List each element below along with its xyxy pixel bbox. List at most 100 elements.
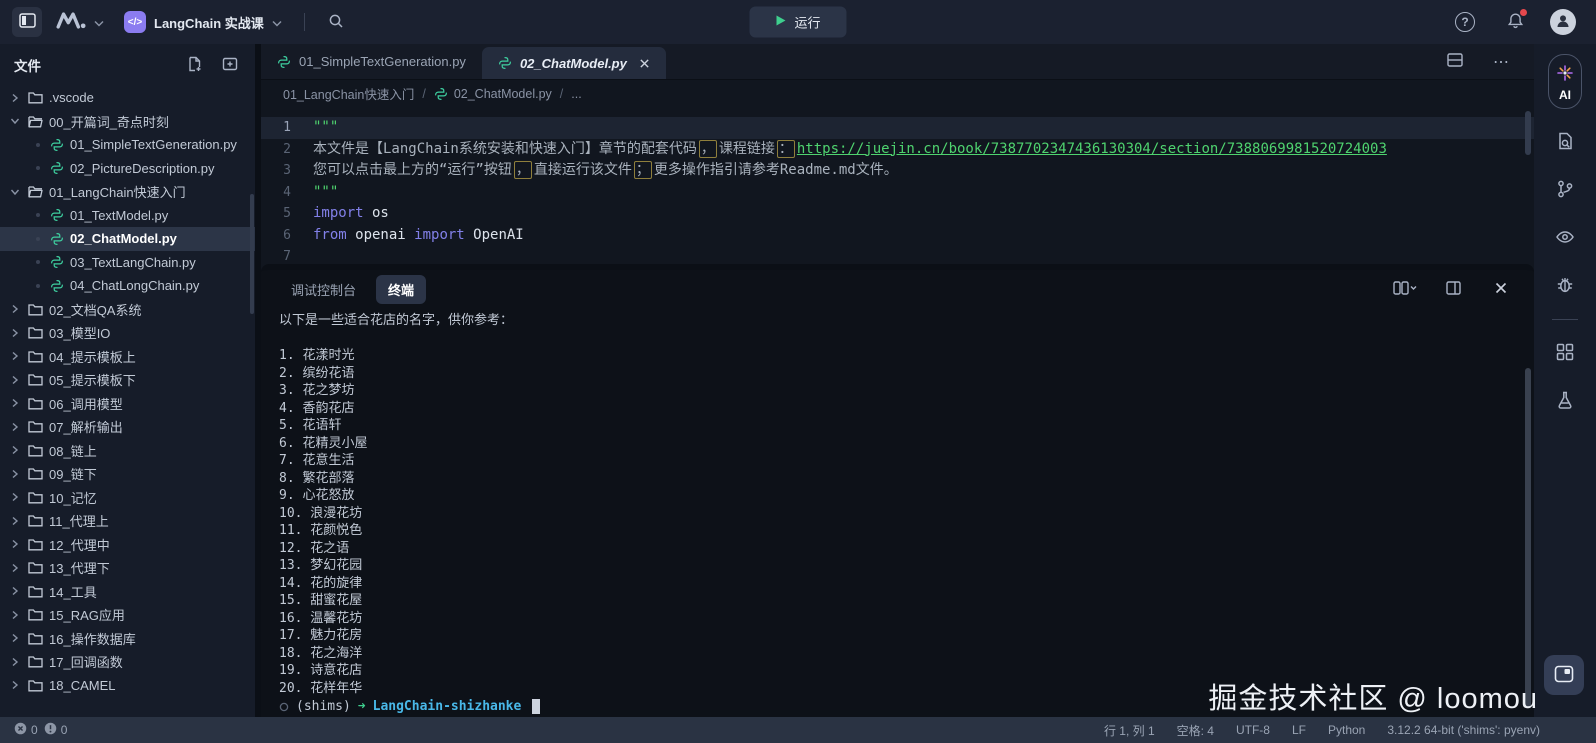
code-line-2[interactable]: 2本文件是【LangChain系统安装和快速入门】章节的配套代码，课程链接：ht… — [261, 139, 1534, 161]
tree-folder-01_LangChain快速入门[interactable]: 01_LangChain快速入门 — [0, 180, 255, 204]
tree-folder-.vscode[interactable]: .vscode — [0, 86, 255, 110]
test-button[interactable] — [1550, 386, 1580, 416]
breadcrumb-segment[interactable]: 02_ChatModel.py — [434, 87, 552, 101]
user-avatar[interactable] — [1550, 9, 1576, 35]
chevron-right-icon — [10, 422, 22, 432]
tree-file-04_ChatLongChain.py[interactable]: 04_ChatLongChain.py — [0, 274, 255, 298]
tree-folder-16_操作数据库[interactable]: 16_操作数据库 — [0, 627, 255, 651]
status-item[interactable]: UTF-8 — [1236, 723, 1270, 737]
split-editor-button[interactable] — [1440, 47, 1470, 77]
tree-folder-05_提示模板下[interactable]: 05_提示模板下 — [0, 368, 255, 392]
chevron-right-icon — [10, 539, 22, 549]
chevron-down-icon — [10, 116, 22, 126]
status-item[interactable]: Python — [1328, 723, 1365, 737]
extensions-button[interactable] — [1550, 338, 1580, 368]
tree-folder-11_代理上[interactable]: 11_代理上 — [0, 509, 255, 533]
tree-file-02_PictureDescription.py[interactable]: 02_PictureDescription.py — [0, 157, 255, 181]
ai-sparkle-icon — [1555, 63, 1575, 86]
code-line-3[interactable]: 3您可以点击最上方的“运行”按钮，直接运行该文件；更多操作指引请参考Readme… — [261, 160, 1534, 182]
editor-scrollbar[interactable] — [1525, 111, 1531, 155]
explorer-title: 文件 — [14, 55, 41, 75]
tree-folder-07_解析输出[interactable]: 07_解析输出 — [0, 415, 255, 439]
panel-layout-button[interactable] — [1438, 274, 1468, 304]
tree-folder-06_调用模型[interactable]: 06_调用模型 — [0, 392, 255, 416]
status-item[interactable]: 3.12.2 64-bit ('shims': pyenv) — [1387, 723, 1540, 737]
run-button[interactable]: 运行 — [749, 7, 846, 38]
folder-icon — [28, 373, 43, 386]
ai-label: AI — [1559, 88, 1571, 102]
code-line-1[interactable]: 1""" — [261, 117, 1534, 139]
file-search-button[interactable] — [1550, 127, 1580, 157]
project-icon: </> — [124, 11, 146, 33]
line-number: 3 — [261, 160, 313, 182]
tree-folder-18_CAMEL[interactable]: 18_CAMEL — [0, 674, 255, 698]
breadcrumb-segment[interactable]: 01_LangChain快速入门 — [283, 84, 414, 103]
folder-icon — [28, 91, 43, 104]
panel-tab-终端[interactable]: 终端 — [376, 275, 426, 304]
tree-folder-13_代理下[interactable]: 13_代理下 — [0, 556, 255, 580]
tree-file-02_ChatModel.py[interactable]: 02_ChatModel.py — [0, 227, 255, 251]
source-control-button[interactable] — [1550, 175, 1580, 205]
tree-folder-15_RAG应用[interactable]: 15_RAG应用 — [0, 603, 255, 627]
tree-folder-12_代理中[interactable]: 12_代理中 — [0, 533, 255, 557]
editor-tab-02_ChatModel.py[interactable]: 02_ChatModel.py — [482, 47, 666, 79]
close-tab-button[interactable] — [639, 58, 650, 69]
debug-button[interactable] — [1550, 271, 1580, 301]
app-logo-menu[interactable] — [52, 10, 108, 34]
tree-folder-08_链上[interactable]: 08_链上 — [0, 439, 255, 463]
tree-folder-00_开篇词_奇点时刻[interactable]: 00_开篇词_奇点时刻 — [0, 110, 255, 134]
help-button[interactable]: ? — [1450, 7, 1480, 37]
status-item[interactable]: LF — [1292, 723, 1306, 737]
explorer-scrollbar[interactable] — [250, 194, 254, 314]
tree-item-label: 14_工具 — [49, 582, 97, 601]
status-item[interactable]: 空格: 4 — [1177, 722, 1214, 739]
terminal-scrollbar[interactable] — [1525, 368, 1531, 708]
split-terminal-button[interactable] — [1390, 274, 1420, 304]
flask-icon — [1556, 390, 1574, 413]
tab-label: 01_SimpleTextGeneration.py — [299, 54, 466, 69]
code-token: 课程链接 — [719, 141, 775, 157]
terminal-line: 以下是一些适合花店的名字，供你参考： — [279, 312, 1516, 330]
code-editor[interactable]: 1"""2本文件是【LangChain系统安装和快速入门】章节的配套代码，课程链… — [261, 107, 1534, 264]
tree-folder-02_文档QA系统[interactable]: 02_文档QA系统 — [0, 298, 255, 322]
bottom-panel: 调试控制台终端 — [261, 264, 1534, 717]
project-selector[interactable]: </> LangChain 实战课 — [118, 8, 288, 36]
search-button[interactable] — [321, 7, 351, 37]
folder-icon — [28, 303, 43, 316]
tree-folder-09_链下[interactable]: 09_链下 — [0, 462, 255, 486]
more-actions-button[interactable]: ⋯ — [1486, 47, 1516, 77]
code-line-7[interactable]: 7 — [261, 246, 1534, 264]
code-line-5[interactable]: 5import os — [261, 203, 1534, 225]
tree-folder-04_提示模板上[interactable]: 04_提示模板上 — [0, 345, 255, 369]
tree-file-01_SimpleTextGeneration.py[interactable]: 01_SimpleTextGeneration.py — [0, 133, 255, 157]
status-problems[interactable]: 0 0 — [14, 722, 67, 738]
new-folder-button[interactable] — [219, 54, 241, 76]
code-line-4[interactable]: 4""" — [261, 182, 1534, 204]
terminal[interactable]: 以下是一些适合花店的名字，供你参考： 1. 花漾时光2. 缤纷花语3. 花之梦坊… — [261, 308, 1534, 717]
folder-icon — [28, 608, 43, 621]
editor-tab-01_SimpleTextGeneration.py[interactable]: 01_SimpleTextGeneration.py — [261, 44, 482, 79]
folder-icon — [28, 444, 43, 457]
close-panel-button[interactable] — [1486, 274, 1516, 304]
status-item[interactable]: 行 1, 列 1 — [1104, 722, 1155, 739]
ai-assistant-button[interactable]: AI — [1548, 54, 1582, 109]
indent-dot — [32, 237, 44, 241]
breadcrumb-segment[interactable]: ... — [571, 87, 581, 101]
panel-header: 调试控制台终端 — [261, 270, 1534, 308]
notification-dot — [1520, 9, 1527, 16]
python-file-icon — [50, 138, 64, 152]
code-line-6[interactable]: 6from openai import OpenAI — [261, 225, 1534, 247]
new-file-button[interactable] — [183, 54, 205, 76]
tree-file-03_TextLangChain.py[interactable]: 03_TextLangChain.py — [0, 251, 255, 275]
preview-button[interactable] — [1550, 223, 1580, 253]
toggle-sidebar-button[interactable] — [12, 7, 42, 37]
tree-folder-03_模型IO[interactable]: 03_模型IO — [0, 321, 255, 345]
tree-folder-14_工具[interactable]: 14_工具 — [0, 580, 255, 604]
tree-folder-17_回调函数[interactable]: 17_回调函数 — [0, 650, 255, 674]
tree-file-01_TextModel.py[interactable]: 01_TextModel.py — [0, 204, 255, 228]
notifications-button[interactable] — [1500, 7, 1530, 37]
panel-tab-调试控制台[interactable]: 调试控制台 — [279, 275, 368, 304]
tree-item-label: 17_回调函数 — [49, 652, 123, 671]
layout-toggle-button[interactable] — [1544, 655, 1584, 695]
tree-folder-10_记忆[interactable]: 10_记忆 — [0, 486, 255, 510]
